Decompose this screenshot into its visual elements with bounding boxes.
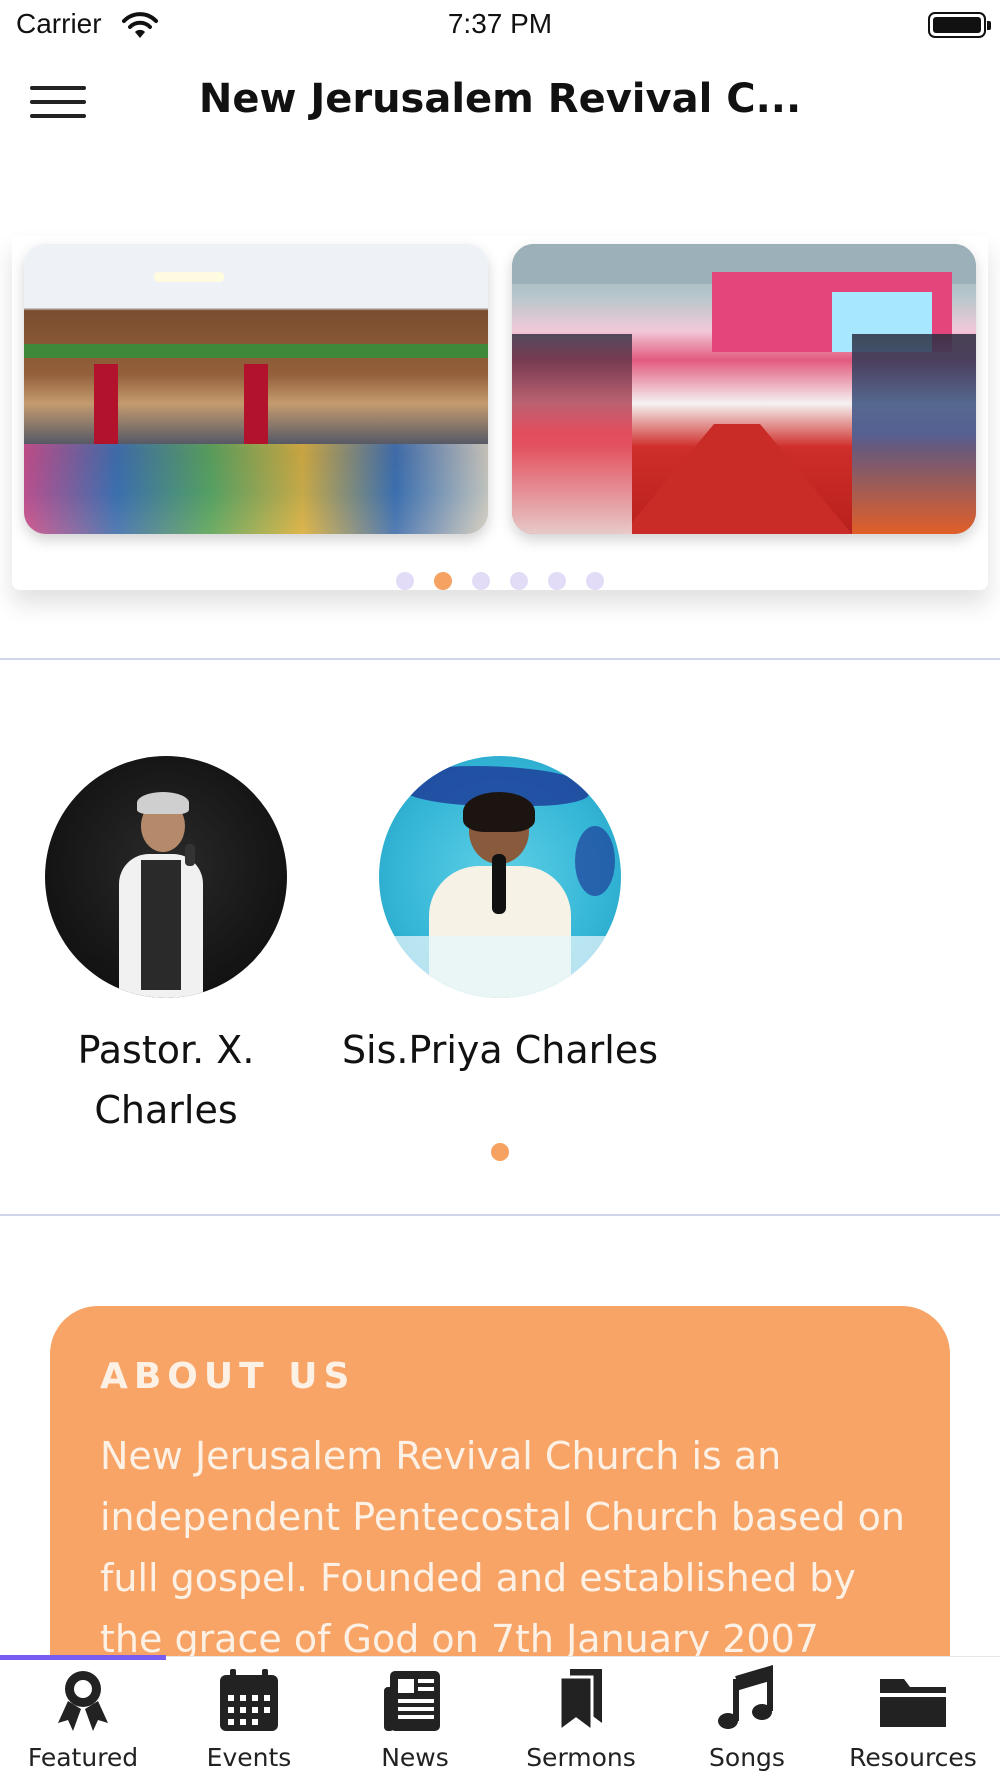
carousel-dot[interactable]	[510, 571, 528, 590]
status-time: 7:37 PM	[447, 8, 553, 39]
status-bar: Carrier 7:37 PM	[0, 0, 1000, 52]
carousel-dot[interactable]	[396, 571, 414, 590]
tab-sermons[interactable]: Sermons	[498, 1657, 664, 1778]
tab-events[interactable]: Events	[166, 1657, 332, 1778]
carousel-dot[interactable]	[586, 571, 604, 590]
tab-label: News	[381, 1743, 449, 1772]
congregation	[24, 444, 488, 534]
bookmarks-icon	[558, 1669, 602, 1734]
congregation-left	[512, 334, 632, 534]
person-card[interactable]: Pastor. X. Charles	[6, 756, 326, 1140]
carousel-dot[interactable]	[472, 571, 490, 590]
bottom-tab-bar: Featured Events News Sermons Songs Resou…	[0, 1655, 1000, 1778]
calendar-icon	[220, 1669, 278, 1731]
person-name: Sis.Priya Charles	[341, 1028, 659, 1072]
tab-featured[interactable]: Featured	[0, 1657, 166, 1778]
tab-label: Featured	[27, 1743, 139, 1772]
tab-label: Events	[206, 1743, 292, 1772]
red-carpet	[622, 424, 852, 534]
carousel-slide-worship-service[interactable]	[512, 244, 976, 534]
tab-label: Resources	[849, 1743, 977, 1772]
newspaper-icon	[384, 1671, 440, 1731]
carousel-slide-church-hall[interactable]	[24, 244, 488, 534]
ceiling	[24, 244, 488, 308]
image-carousel[interactable]	[12, 236, 988, 590]
person-card[interactable]: Sis.Priya Charles	[340, 756, 660, 1080]
carousel-dot[interactable]	[548, 571, 566, 590]
section-divider	[0, 1214, 1000, 1216]
page-title: New Jerusalem Revival C...	[198, 76, 802, 122]
curtain	[94, 364, 118, 444]
person-name: Pastor. X. Charles	[77, 1028, 255, 1132]
music-note-icon	[718, 1665, 773, 1729]
folder-icon	[880, 1679, 946, 1727]
hamburger-menu-icon[interactable]	[30, 82, 86, 122]
avatar	[45, 756, 287, 998]
carousel-dot[interactable]	[434, 571, 452, 590]
tab-resources[interactable]: Resources	[830, 1657, 996, 1778]
about-us-text: New Jerusalem Revival Church is an indep…	[100, 1434, 906, 1661]
ceiling-light	[154, 272, 224, 282]
avatar	[379, 756, 621, 998]
battery-icon	[928, 12, 991, 38]
tab-label: Songs	[709, 1743, 785, 1772]
navigation-bar: New Jerusalem Revival C...	[0, 52, 1000, 152]
tab-news[interactable]: News	[332, 1657, 498, 1778]
carousel-page-indicator	[0, 570, 1000, 590]
about-us-title: ABOUT US	[100, 1356, 356, 1397]
section-divider	[0, 658, 1000, 660]
tab-songs[interactable]: Songs	[664, 1657, 830, 1778]
congregation-right	[852, 334, 976, 534]
garland	[24, 344, 488, 358]
people-page-indicator	[491, 1143, 509, 1161]
curtain	[244, 364, 268, 444]
award-icon	[58, 1671, 108, 1731]
tab-label: Sermons	[526, 1743, 636, 1772]
